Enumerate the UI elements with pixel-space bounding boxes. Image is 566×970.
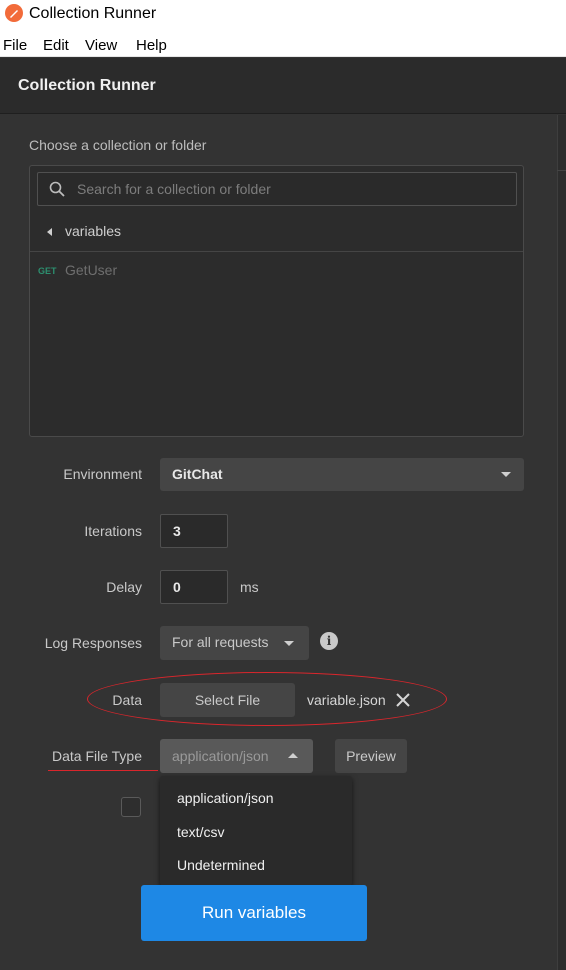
- results-pane: [557, 115, 566, 970]
- persist-variables-checkbox[interactable]: [121, 797, 141, 817]
- menu-option-json[interactable]: application/json: [177, 790, 274, 806]
- log-responses-select[interactable]: For all requests: [160, 626, 309, 660]
- menu-file[interactable]: File: [3, 37, 27, 54]
- menu-option-undetermined[interactable]: Undetermined: [177, 857, 265, 873]
- log-responses-value: For all requests: [172, 634, 269, 650]
- info-icon[interactable]: i: [320, 632, 338, 650]
- search-icon: [49, 181, 65, 197]
- environment-select[interactable]: GitChat: [160, 458, 524, 491]
- menu-bar: File Edit View Help: [0, 30, 566, 57]
- request-name[interactable]: GetUser: [65, 262, 117, 278]
- menu-view[interactable]: View: [85, 37, 117, 54]
- preview-button[interactable]: Preview: [335, 739, 407, 773]
- chevron-up-icon: [288, 753, 298, 758]
- run-button[interactable]: Run variables: [141, 885, 367, 941]
- log-responses-label: Log Responses: [44, 635, 142, 651]
- back-caret-icon[interactable]: [47, 228, 52, 236]
- postman-icon: [5, 4, 23, 22]
- data-file-type-menu: application/json text/csv Undetermined: [160, 776, 352, 886]
- chevron-down-icon: [284, 641, 294, 646]
- title-bar: Collection Runner: [0, 0, 566, 30]
- menu-option-csv[interactable]: text/csv: [177, 824, 224, 840]
- data-file-type-value: application/json: [172, 748, 269, 764]
- delay-label: Delay: [106, 579, 142, 595]
- environment-label: Environment: [63, 466, 142, 482]
- data-file-type-label: Data File Type: [51, 748, 142, 764]
- data-file-type-select[interactable]: application/json: [160, 739, 313, 773]
- page-title: Collection Runner: [18, 77, 156, 94]
- iterations-value: 3: [173, 523, 181, 539]
- delay-unit: ms: [240, 579, 259, 595]
- menu-edit[interactable]: Edit: [43, 37, 69, 54]
- results-pane-divider: [557, 170, 566, 171]
- menu-help[interactable]: Help: [136, 37, 167, 54]
- runner-header: Collection Runner: [0, 58, 566, 114]
- annotation-underline: [48, 770, 158, 771]
- search-placeholder: Search for a collection or folder: [77, 181, 271, 197]
- iterations-input[interactable]: 3: [160, 514, 228, 548]
- delay-value: 0: [173, 579, 181, 595]
- choose-collection-label: Choose a collection or folder: [29, 137, 207, 153]
- delay-input[interactable]: 0: [160, 570, 228, 604]
- environment-value: GitChat: [172, 466, 223, 482]
- chevron-down-icon: [501, 472, 511, 477]
- method-badge: GET: [38, 266, 57, 276]
- iterations-label: Iterations: [84, 523, 142, 539]
- window-title: Collection Runner: [29, 5, 157, 22]
- annotation-ellipse: [87, 672, 447, 726]
- folder-name: variables: [65, 223, 122, 239]
